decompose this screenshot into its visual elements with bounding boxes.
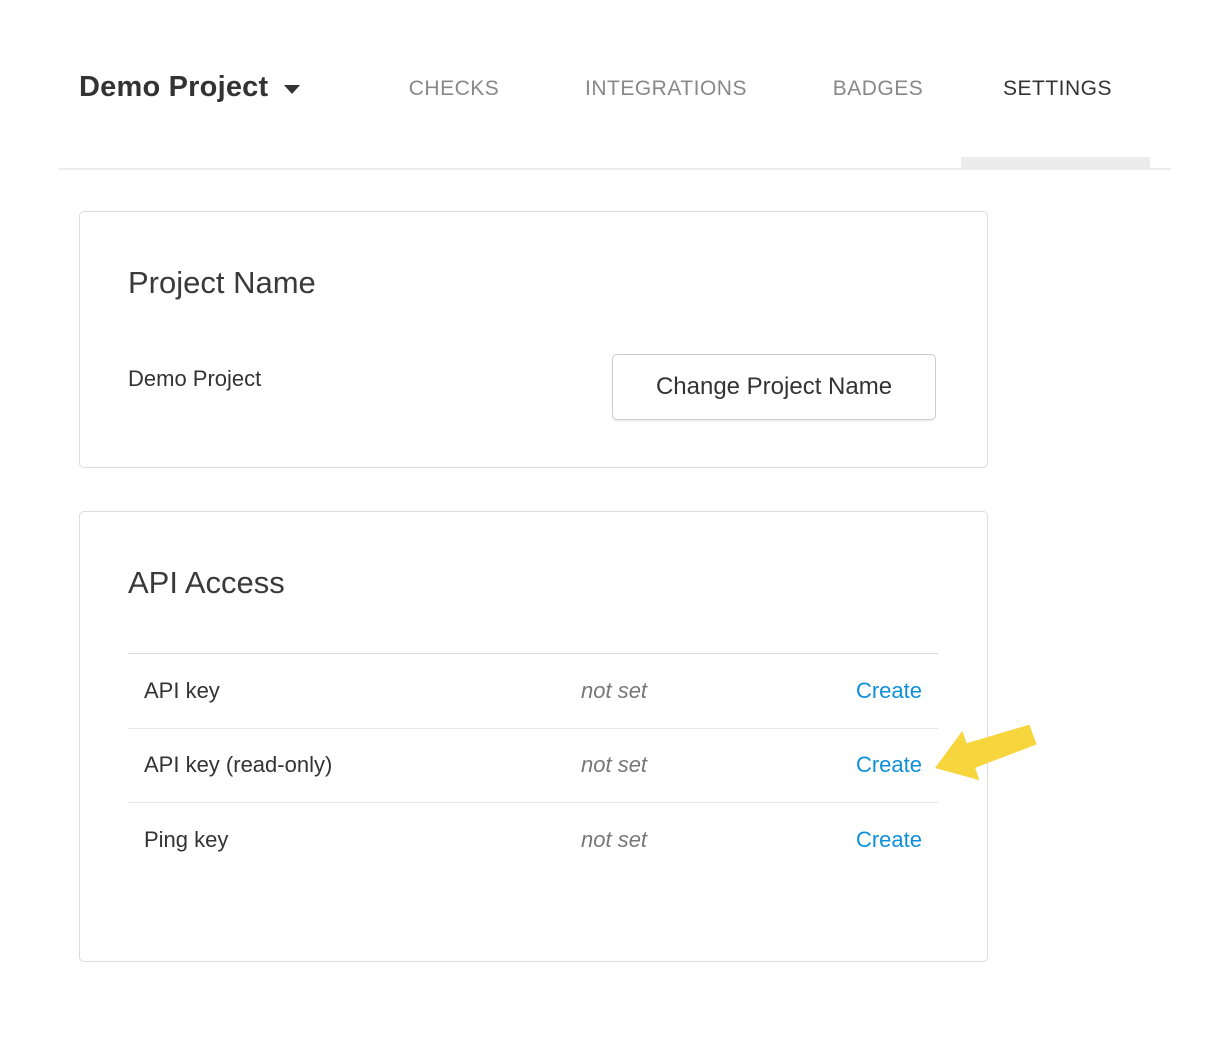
project-name-card: Project Name Demo Project Change Project… xyxy=(79,211,988,468)
key-value: not set xyxy=(581,752,856,778)
project-switcher[interactable]: Demo Project xyxy=(79,68,300,106)
caret-down-icon xyxy=(284,85,300,94)
change-project-name-button[interactable]: Change Project Name xyxy=(612,354,936,420)
table-row-api-key: API key not set Create xyxy=(128,653,938,728)
project-name-card-title: Project Name xyxy=(128,264,939,302)
key-label: API key xyxy=(128,678,581,704)
create-api-key-link[interactable]: Create xyxy=(856,678,938,704)
tab-settings[interactable]: SETTINGS xyxy=(963,62,1152,116)
tab-checks[interactable]: CHECKS xyxy=(369,62,539,116)
create-readonly-api-key-link[interactable]: Create xyxy=(856,752,938,778)
key-label: API key (read-only) xyxy=(128,752,581,778)
key-label: Ping key xyxy=(128,827,581,853)
api-access-card: API Access API key not set Create API ke… xyxy=(79,511,988,962)
key-value: not set xyxy=(581,678,856,704)
main-nav: CHECKS INTEGRATIONS BADGES SETTINGS xyxy=(369,62,1152,116)
key-value: not set xyxy=(581,827,856,853)
header-divider xyxy=(59,168,1171,170)
table-row-api-key-readonly: API key (read-only) not set Create xyxy=(128,728,938,803)
table-row-ping-key: Ping key not set Create xyxy=(128,802,938,877)
create-ping-key-link[interactable]: Create xyxy=(856,827,938,853)
tab-integrations[interactable]: INTEGRATIONS xyxy=(539,62,793,116)
api-keys-table: API key not set Create API key (read-onl… xyxy=(128,653,938,877)
project-settings-page: Demo Project CHECKS INTEGRATIONS BADGES … xyxy=(0,0,1220,1059)
api-access-card-title: API Access xyxy=(128,564,939,602)
project-name-value: Demo Project xyxy=(128,366,261,392)
project-name-row: Demo Project Change Project Name xyxy=(128,354,936,420)
tab-badges[interactable]: BADGES xyxy=(793,62,963,116)
project-title: Demo Project xyxy=(79,68,268,106)
